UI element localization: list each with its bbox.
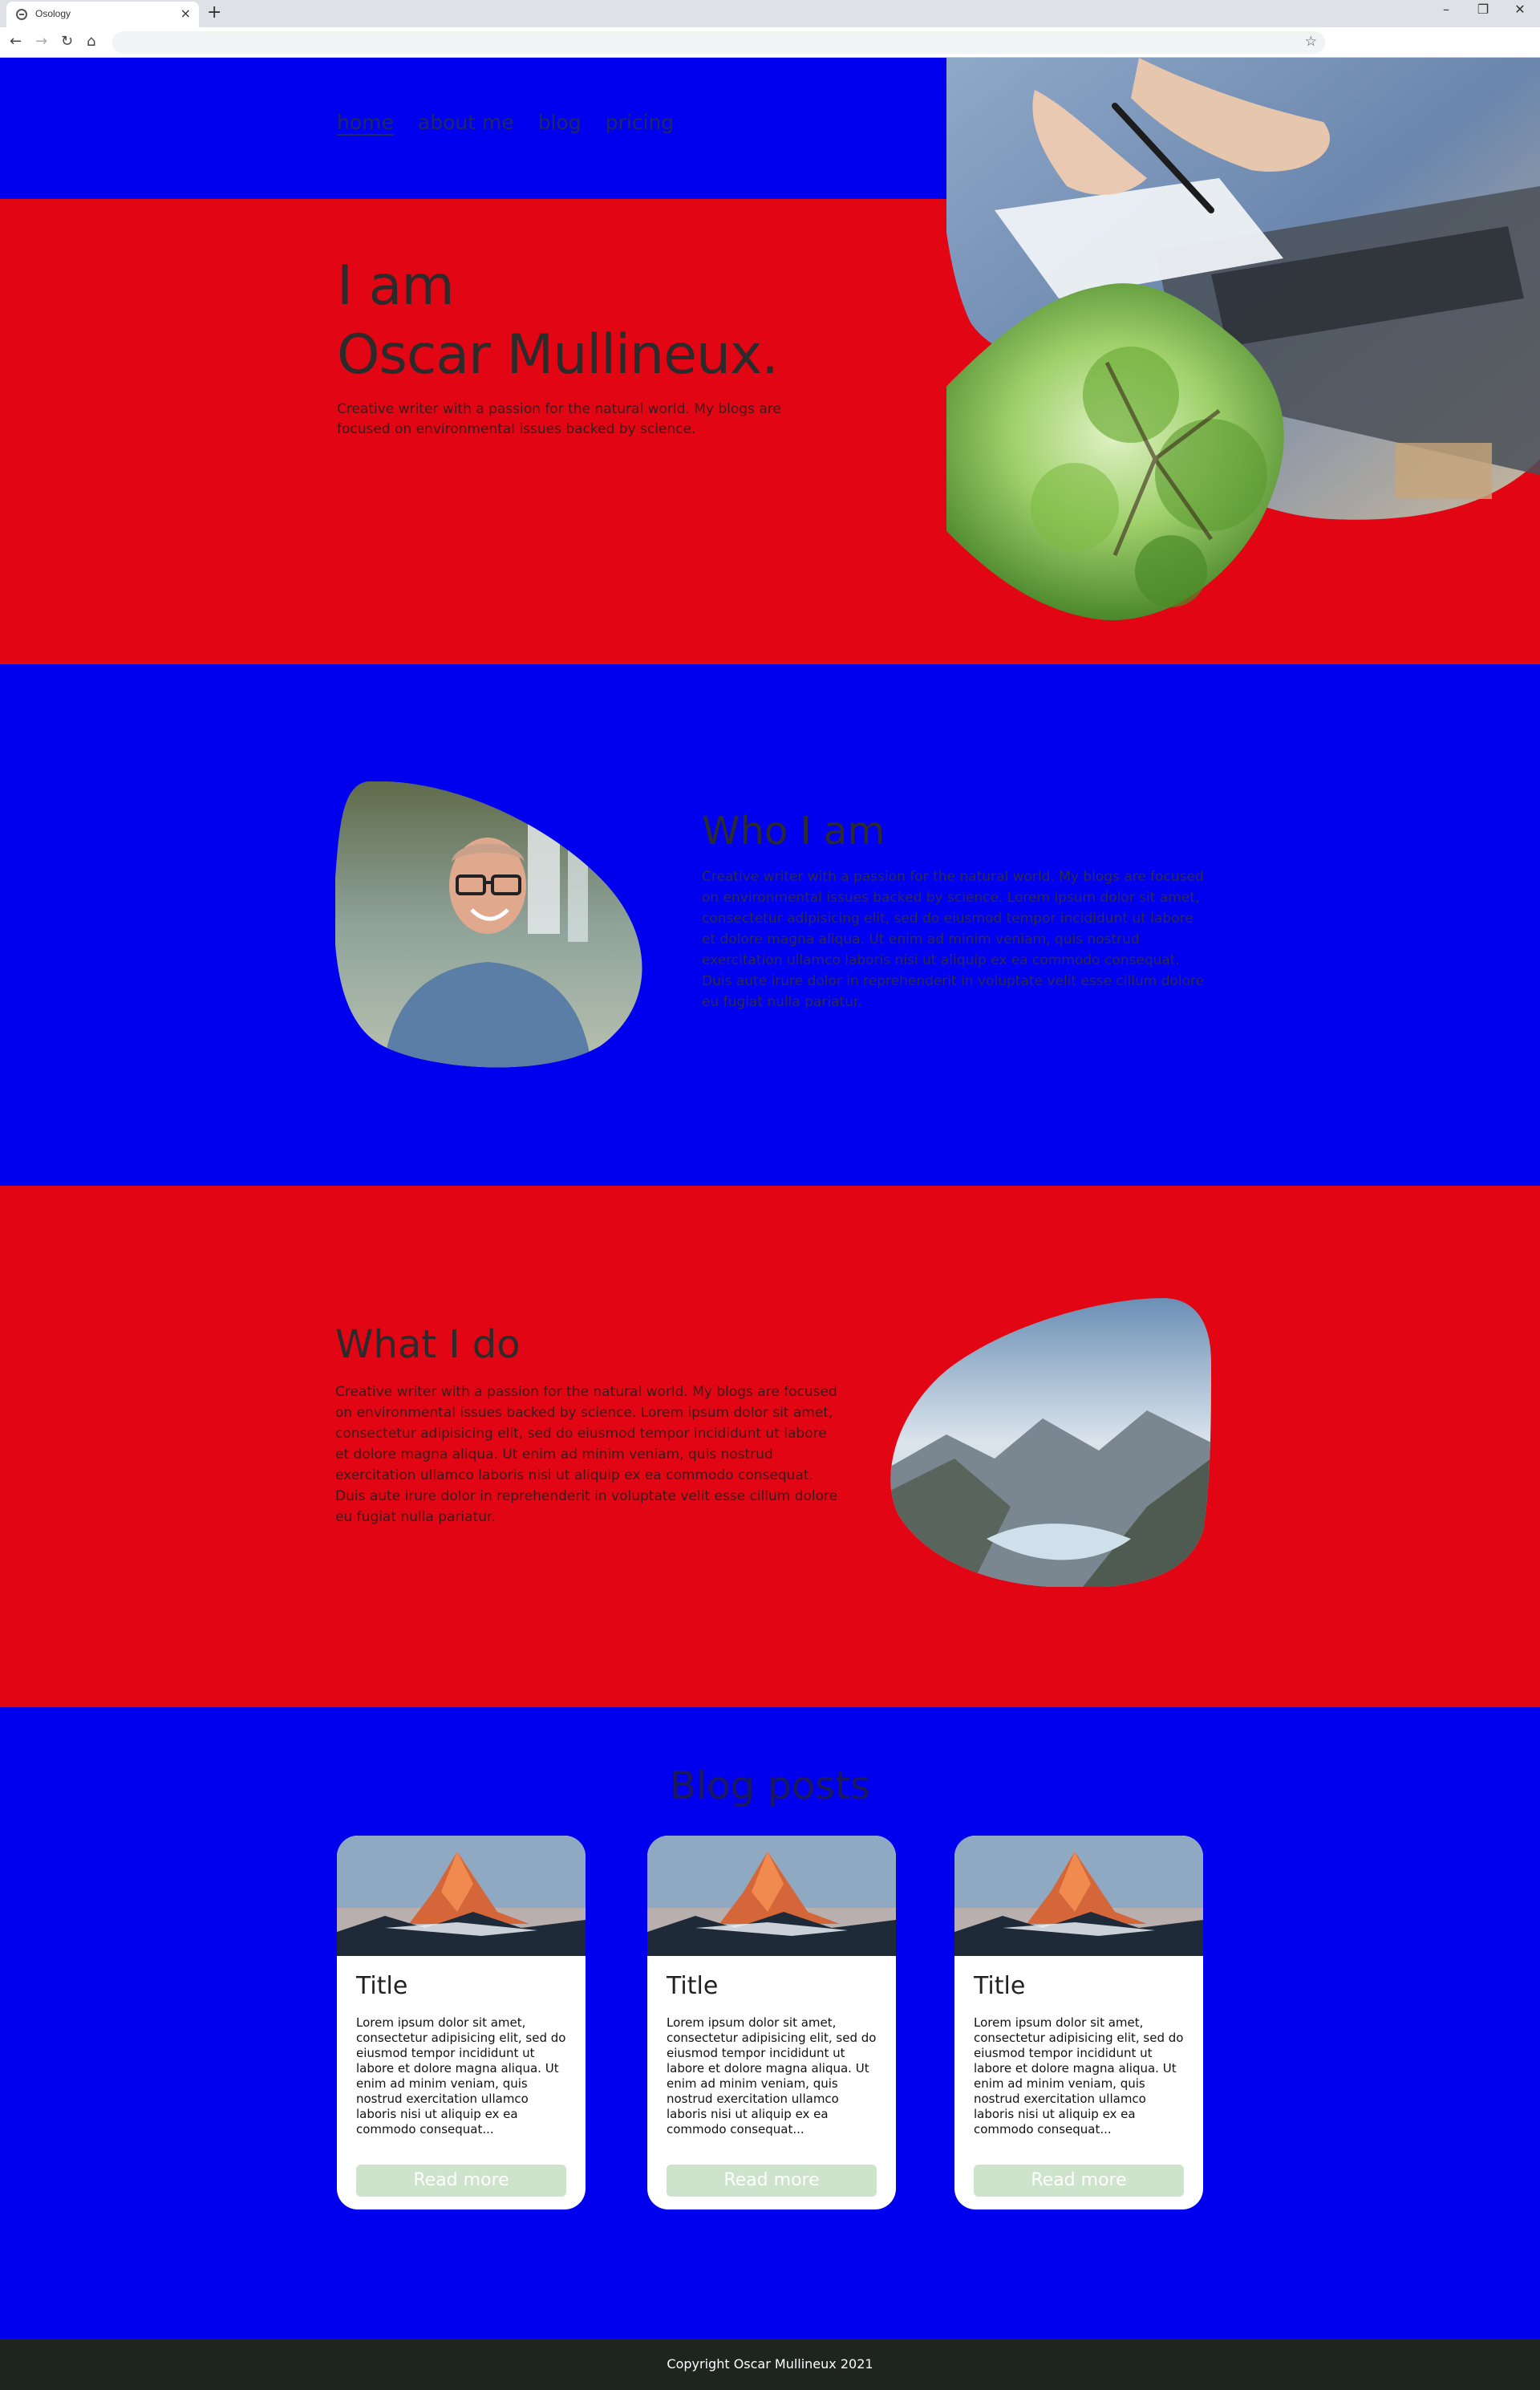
work-section: What I do Creative writer with a passion… bbox=[0, 1186, 1540, 1707]
copyright-text: Copyright Oscar Mullineux 2021 bbox=[667, 2356, 873, 2372]
blog-section: Blog posts Title Lorem ipsum dolor sit a… bbox=[0, 1707, 1540, 2339]
tab-title: Osology bbox=[35, 8, 71, 19]
globe-icon bbox=[16, 9, 27, 20]
mountain-lake-photo bbox=[890, 1298, 1211, 1587]
hero-images bbox=[946, 58, 1540, 621]
browser-tab[interactable]: Osology × bbox=[6, 2, 199, 27]
card-title: Title bbox=[356, 1972, 408, 2000]
forward-icon[interactable]: → bbox=[35, 33, 47, 50]
nav-pricing[interactable]: pricing bbox=[606, 111, 675, 134]
hero-title-line1: I am bbox=[337, 254, 455, 318]
close-window-icon[interactable]: ✕ bbox=[1502, 2, 1538, 17]
home-icon[interactable]: ⌂ bbox=[87, 33, 95, 50]
mountain-peak-thumbnail bbox=[337, 1836, 586, 1956]
card-title: Title bbox=[974, 1972, 1026, 2000]
read-more-button[interactable]: Read more bbox=[974, 2165, 1184, 2197]
reload-icon[interactable]: ↻ bbox=[61, 33, 73, 50]
work-body: Creative writer with a passion for the n… bbox=[335, 1384, 838, 1525]
main-nav: home about me blog pricing bbox=[337, 111, 674, 134]
read-more-button[interactable]: Read more bbox=[667, 2165, 877, 2197]
minimize-icon[interactable]: – bbox=[1428, 2, 1465, 17]
hero-subtitle: Creative writer with a passion for the n… bbox=[337, 401, 781, 437]
page: home about me blog pricing I am Oscar Mu… bbox=[0, 58, 1540, 2390]
close-tab-icon[interactable]: × bbox=[180, 6, 191, 21]
about-section: Who I am Creative writer with a passion … bbox=[0, 664, 1540, 1186]
nav-home[interactable]: home bbox=[337, 111, 394, 134]
card-title: Title bbox=[667, 1972, 719, 2000]
blog-card[interactable]: Title Lorem ipsum dolor sit amet, consec… bbox=[337, 1836, 586, 2209]
footer: Copyright Oscar Mullineux 2021 bbox=[0, 2339, 1540, 2390]
about-heading: Who I am bbox=[702, 809, 886, 854]
nav-blog[interactable]: blog bbox=[538, 111, 582, 134]
card-excerpt: Lorem ipsum dolor sit amet, consectetur … bbox=[667, 2015, 877, 2136]
mountain-peak-thumbnail bbox=[647, 1836, 896, 1956]
restore-icon[interactable]: ❐ bbox=[1465, 2, 1502, 17]
address-bar[interactable]: ☆ bbox=[112, 31, 1325, 54]
tab-strip: Osology × + – ❐ ✕ bbox=[0, 0, 1540, 27]
card-excerpt: Lorem ipsum dolor sit amet, consectetur … bbox=[356, 2015, 566, 2136]
browser-chrome: Osology × + – ❐ ✕ ← → ↻ ⌂ ☆ bbox=[0, 0, 1540, 58]
read-more-button[interactable]: Read more bbox=[356, 2165, 566, 2197]
bookmark-star-icon[interactable]: ☆ bbox=[1305, 34, 1317, 50]
new-tab-icon[interactable]: + bbox=[207, 2, 221, 22]
blog-card[interactable]: Title Lorem ipsum dolor sit amet, consec… bbox=[954, 1836, 1203, 2209]
browser-toolbar: ← → ↻ ⌂ ☆ bbox=[0, 27, 1540, 58]
card-excerpt: Lorem ipsum dolor sit amet, consectetur … bbox=[974, 2015, 1184, 2136]
work-heading: What I do bbox=[335, 1322, 521, 1367]
about-body: Creative writer with a passion for the n… bbox=[702, 869, 1205, 1010]
mountain-peak-thumbnail bbox=[954, 1836, 1203, 1956]
blog-heading: Blog posts bbox=[669, 1763, 871, 1808]
hero-title-line2: Oscar Mullineux. bbox=[337, 323, 779, 387]
blog-card[interactable]: Title Lorem ipsum dolor sit amet, consec… bbox=[647, 1836, 896, 2209]
hero-title: I am Oscar Mullineux. bbox=[337, 252, 779, 390]
portrait-photo bbox=[335, 781, 642, 1068]
back-icon[interactable]: ← bbox=[10, 33, 22, 50]
nav-about-me[interactable]: about me bbox=[418, 111, 514, 134]
